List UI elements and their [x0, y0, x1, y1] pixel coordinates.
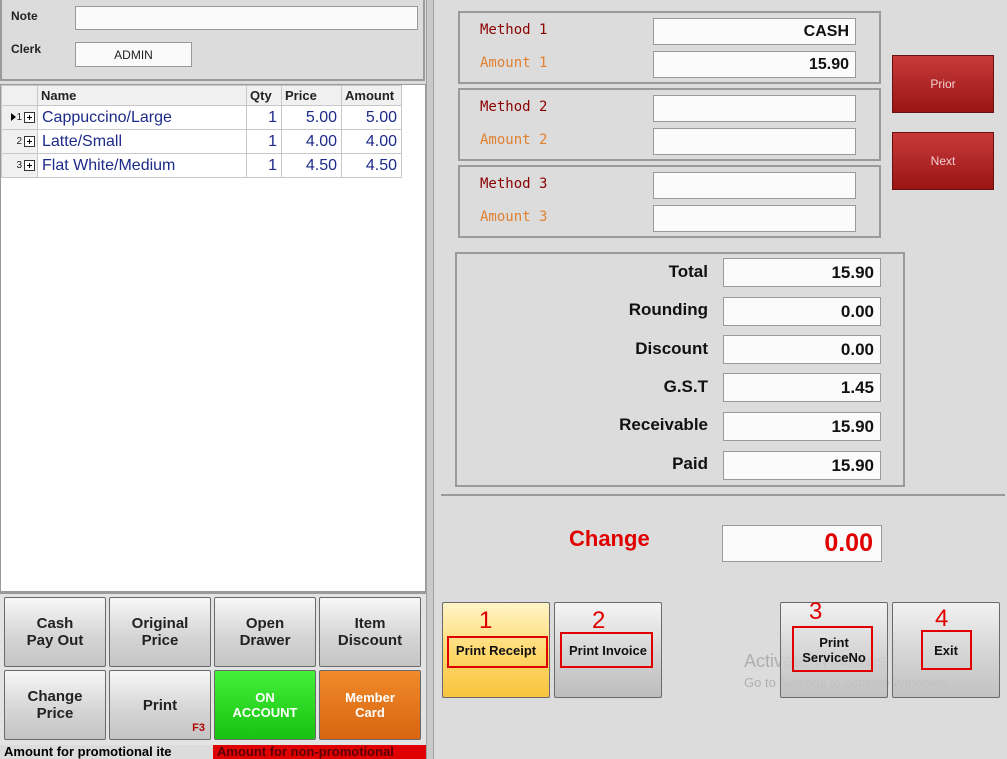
row-number: 3 [16, 160, 22, 172]
status-bar: Amount for promotional ite Amount for no… [0, 745, 426, 759]
callout-box-exit [921, 630, 972, 670]
prior-button[interactable]: Prior [892, 55, 994, 113]
payment-method-1-group: Method 1 CASH Amount 1 15.90 [458, 11, 881, 84]
method-1-label: Method 1 [480, 22, 548, 38]
amount-2-label: Amount 2 [480, 132, 548, 148]
item-amount: 4.00 [341, 129, 402, 154]
change-price-button[interactable]: Change Price [4, 670, 106, 740]
table-row[interactable]: 2 Latte/Small 1 4.00 4.00 [1, 129, 402, 154]
row-indicator: 2 [1, 129, 38, 154]
row-indicator: 3 [1, 153, 38, 178]
method-3-field[interactable] [653, 172, 856, 199]
gst-field: 1.45 [723, 373, 881, 402]
totals-panel: Total 15.90 Rounding 0.00 Discount 0.00 … [455, 252, 905, 487]
clerk-label: Clerk [11, 42, 42, 56]
callout-number-2: 2 [592, 607, 606, 634]
member-card-button[interactable]: Member Card [319, 670, 421, 740]
item-name: Cappuccino/Large [37, 105, 247, 130]
payment-method-3-group: Method 3 Amount 3 [458, 165, 881, 238]
callout-number-1: 1 [479, 607, 493, 634]
column-header-amount[interactable]: Amount [341, 85, 402, 106]
note-label: Note [11, 9, 38, 23]
payment-method-2-group: Method 2 Amount 2 [458, 88, 881, 161]
item-qty: 1 [246, 105, 282, 130]
paid-field: 15.90 [723, 451, 881, 480]
non-promo-amount-label: Amount for non-promotional [213, 745, 426, 759]
item-price: 5.00 [281, 105, 342, 130]
item-name: Latte/Small [37, 129, 247, 154]
expand-icon[interactable] [24, 111, 35, 123]
grid-header-row: Name Qty Price Amount [1, 85, 402, 106]
column-header-name[interactable]: Name [37, 85, 247, 106]
order-items-grid[interactable]: Name Qty Price Amount 1 Cappuccino/Large… [0, 84, 426, 592]
rounding-field: 0.00 [723, 297, 881, 326]
callout-box-print-serviceno [792, 626, 873, 672]
table-row[interactable]: 1 Cappuccino/Large 1 5.00 5.00 [1, 105, 402, 130]
column-header-price[interactable]: Price [281, 85, 342, 106]
gst-label: G.S.T [663, 377, 708, 396]
item-qty: 1 [246, 153, 282, 178]
method-2-label: Method 2 [480, 99, 548, 115]
expand-icon[interactable] [24, 135, 35, 147]
callout-number-3: 3 [809, 598, 823, 625]
open-drawer-button[interactable]: Open Drawer [214, 597, 316, 667]
clerk-field[interactable]: ADMIN [75, 42, 192, 67]
panel-divider[interactable] [426, 0, 434, 759]
on-account-button[interactable]: ON ACCOUNT [214, 670, 316, 740]
rounding-label: Rounding [628, 300, 708, 319]
item-name: Flat White/Medium [37, 153, 247, 178]
pos-payment-screen: Note Clerk ADMIN Name Qty Price Amount 1… [0, 0, 1007, 759]
next-button[interactable]: Next [892, 132, 994, 190]
cash-payout-button[interactable]: Cash Pay Out [4, 597, 106, 667]
row-number: 1 [16, 112, 22, 124]
order-header: Note Clerk ADMIN [0, 0, 425, 81]
callout-box-print-receipt [447, 636, 548, 668]
print-button-label: Print [142, 696, 178, 714]
function-button-panel: Cash Pay Out Original Price Open Drawer … [0, 592, 426, 745]
original-price-button[interactable]: Original Price [109, 597, 211, 667]
change-field: 0.00 [722, 525, 882, 562]
note-field[interactable] [75, 6, 418, 30]
method-1-field[interactable]: CASH [653, 18, 856, 45]
item-price: 4.00 [281, 129, 342, 154]
paid-label: Paid [672, 454, 708, 473]
table-row[interactable]: 3 Flat White/Medium 1 4.50 4.50 [1, 153, 402, 178]
print-hotkey: F3 [192, 722, 205, 734]
item-discount-button[interactable]: Item Discount [319, 597, 421, 667]
total-label: Total [668, 262, 708, 281]
amount-2-field[interactable] [653, 128, 856, 155]
total-field: 15.90 [723, 258, 881, 287]
item-amount: 5.00 [341, 105, 402, 130]
receivable-label: Receivable [619, 415, 708, 434]
change-label: Change [569, 526, 650, 551]
amount-3-label: Amount 3 [480, 209, 548, 225]
amount-1-label: Amount 1 [480, 55, 548, 71]
discount-label: Discount [635, 339, 708, 358]
item-price: 4.50 [281, 153, 342, 178]
promo-amount-label: Amount for promotional ite [4, 745, 172, 759]
order-panel: Note Clerk ADMIN Name Qty Price Amount 1… [0, 0, 426, 759]
amount-1-field[interactable]: 15.90 [653, 51, 856, 78]
row-indicator: 1 [1, 105, 38, 130]
print-button[interactable]: Print F3 [109, 670, 211, 740]
column-header-qty[interactable]: Qty [246, 85, 282, 106]
item-qty: 1 [246, 129, 282, 154]
callout-number-4: 4 [935, 605, 949, 632]
row-indicator-header [1, 85, 38, 106]
separator [441, 494, 1005, 496]
method-2-field[interactable] [653, 95, 856, 122]
row-number: 2 [16, 136, 22, 148]
callout-box-print-invoice [560, 632, 653, 668]
expand-icon[interactable] [24, 159, 35, 171]
discount-field: 0.00 [723, 335, 881, 364]
method-3-label: Method 3 [480, 176, 548, 192]
amount-3-field[interactable] [653, 205, 856, 232]
item-amount: 4.50 [341, 153, 402, 178]
receivable-field: 15.90 [723, 412, 881, 441]
